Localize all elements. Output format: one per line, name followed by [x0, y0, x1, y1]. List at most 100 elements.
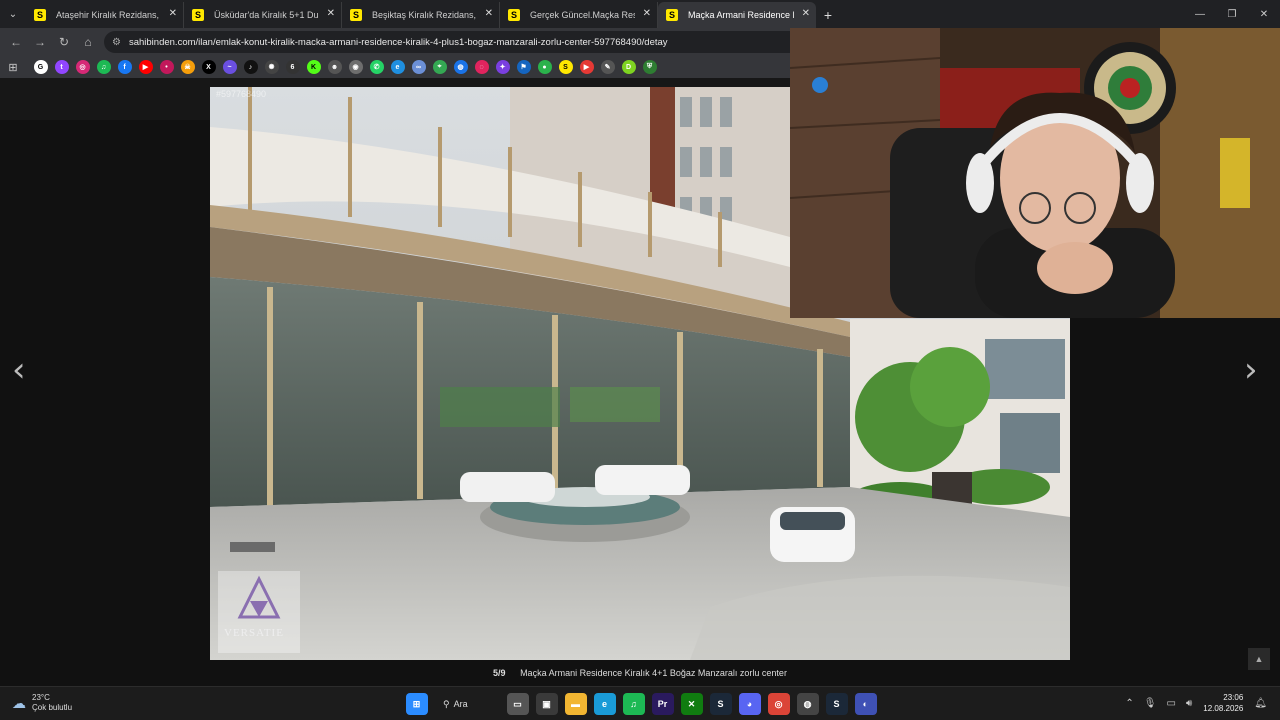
- xbox-taskbar-icon[interactable]: ✕: [680, 693, 703, 715]
- chevron-down-icon: ⌄: [8, 8, 18, 20]
- close-tab-icon[interactable]: ✕: [169, 8, 177, 19]
- new-tab-button[interactable]: +: [816, 2, 840, 28]
- x-bookmark-icon[interactable]: X: [201, 60, 216, 74]
- premiere-taskbar-icon[interactable]: Pr: [651, 693, 674, 715]
- back-button[interactable]: ←: [4, 30, 28, 54]
- chevron-right-icon: ›: [1244, 350, 1258, 390]
- chrome-taskbar-icon[interactable]: ◎: [767, 693, 790, 715]
- community-bookmark-icon[interactable]: ✦: [495, 60, 510, 74]
- volume-icon[interactable]: 🔊︎: [1186, 698, 1192, 709]
- tab-title: Gerçek Güncel.Maçka Residence: [530, 10, 635, 20]
- openai-bookmark-icon[interactable]: ✺: [264, 60, 279, 74]
- letter-six-bookmark-icon[interactable]: 6: [285, 60, 300, 74]
- google-bookmark-icon[interactable]: G: [33, 60, 48, 74]
- next-photo-button[interactable]: ›: [1244, 350, 1258, 390]
- browser-tab[interactable]: S Ataşehir Kiralık Rezidans, Villa, M ✕: [26, 2, 184, 28]
- site-info-icon[interactable]: ⚙: [112, 37, 121, 48]
- edge-like-bookmark-icon[interactable]: e: [390, 60, 405, 74]
- game-bookmark-bookmark-icon[interactable]: ☠: [180, 60, 195, 74]
- taskbar-search[interactable]: ⚲ Ara: [437, 693, 497, 715]
- chevron-left-icon: ‹: [12, 350, 26, 390]
- start-taskbar-icon[interactable]: ⊞: [405, 693, 428, 715]
- photo-counter: 5/9: [493, 668, 506, 678]
- weather-temperature: 23°C: [32, 693, 50, 702]
- spotify-taskbar-icon[interactable]: ♫: [622, 693, 645, 715]
- link-bookmark-icon[interactable]: ∞: [411, 60, 426, 74]
- reddit-like-bookmark-icon[interactable]: ☻: [327, 60, 342, 74]
- weather-description: Çok bulutlu: [32, 703, 73, 712]
- discord-taskbar-icon[interactable]: ◕: [738, 693, 761, 715]
- blue-globe-bookmark-icon[interactable]: ◍: [453, 60, 468, 74]
- maximize-icon[interactable]: ❐: [1216, 0, 1248, 28]
- clock-time: 23:06: [1223, 693, 1244, 702]
- tab-title: Üsküdar'da Kiralık 5+1 Dubleks: [214, 10, 319, 20]
- streamer-webcam-feed: [790, 28, 1280, 318]
- tab-title: Maçka Armani Residence Kiralık: [688, 10, 794, 20]
- close-tab-icon[interactable]: ✕: [327, 8, 335, 19]
- clock-date: 12.08.2026: [1203, 704, 1244, 713]
- facebook-bookmark-icon[interactable]: f: [117, 60, 132, 74]
- maps-bookmark-icon[interactable]: ⌖: [432, 60, 447, 74]
- d-bookmark-bookmark-icon[interactable]: D: [621, 60, 636, 74]
- steam-taskbar-icon[interactable]: S: [709, 693, 732, 715]
- twitch-bookmark-icon[interactable]: t: [54, 60, 69, 74]
- microphone-icon[interactable]: 🎙︎: [1144, 698, 1157, 709]
- photo-caption: Maçka Armani Residence Kiralık 4+1 Boğaz…: [520, 668, 787, 678]
- chevron-up-icon[interactable]: ⌃: [1125, 698, 1133, 709]
- pink-ring-bookmark-icon[interactable]: ◌: [474, 60, 489, 74]
- tab-search-button[interactable]: ⌄: [0, 0, 26, 28]
- apps-grid-icon[interactable]: ⊞: [6, 61, 20, 74]
- steam-2-taskbar-icon[interactable]: S: [825, 693, 848, 715]
- scroll-to-top-button[interactable]: ▲: [1248, 648, 1270, 670]
- red-play-bookmark-icon[interactable]: ▶: [579, 60, 594, 74]
- arrow-right-icon: →: [34, 35, 46, 49]
- browser-tab[interactable]: S Beşiktaş Kiralık Rezidans, Villa, M ✕: [342, 2, 500, 28]
- app-blue-taskbar-icon[interactable]: ◐: [854, 693, 877, 715]
- browser-tab[interactable]: S Üsküdar'da Kiralık 5+1 Dubleks ✕: [184, 2, 342, 28]
- spotify-bookmark-icon[interactable]: ♫: [96, 60, 111, 74]
- home-button[interactable]: ⌂: [76, 30, 100, 54]
- clock[interactable]: 23:06 12.08.2026: [1203, 692, 1243, 714]
- sahibinden-favicon-icon: S: [34, 9, 46, 21]
- sahibinden-favicon-icon: S: [508, 9, 520, 21]
- close-tab-icon[interactable]: ✕: [643, 8, 651, 19]
- reload-button[interactable]: ↻: [52, 30, 76, 54]
- obs-taskbar-icon[interactable]: ◍: [796, 693, 819, 715]
- photo-caption-bar: 5/9 Maçka Armani Residence Kiralık 4+1 B…: [0, 668, 1280, 678]
- instagram-bookmark-icon[interactable]: ◎: [75, 60, 90, 74]
- watermark-text: VERSATIE: [224, 627, 284, 639]
- tool-bookmark-icon[interactable]: ✎: [600, 60, 615, 74]
- weather-widget[interactable]: ☁ 23°C Çok bulutlu: [12, 693, 72, 713]
- youtube-bookmark-icon[interactable]: ▶: [138, 60, 153, 74]
- network-icon[interactable]: ▭: [1166, 698, 1175, 709]
- sahibinden-favicon-icon: S: [192, 9, 204, 21]
- green-circle-bookmark-icon[interactable]: ●: [537, 60, 552, 74]
- browser-tab[interactable]: S Gerçek Güncel.Maçka Residence ✕: [500, 2, 658, 28]
- globe-bookmark-icon[interactable]: ◉: [348, 60, 363, 74]
- minimize-icon[interactable]: —: [1184, 0, 1216, 28]
- kick-purple-bookmark-icon[interactable]: ~: [222, 60, 237, 74]
- search-label: Ara: [453, 699, 468, 709]
- tiktok-bookmark-icon[interactable]: ♪: [243, 60, 258, 74]
- whatsapp-bookmark-icon[interactable]: ✆: [369, 60, 384, 74]
- notification-bell-icon[interactable]: 🔔︎: [1254, 698, 1267, 709]
- close-tab-icon[interactable]: ✕: [485, 8, 493, 19]
- close-tab-icon[interactable]: ✕: [802, 8, 810, 19]
- task-view-taskbar-icon[interactable]: ▭: [506, 693, 529, 715]
- shield-bookmark-icon[interactable]: ⛨: [642, 60, 657, 74]
- sahibinden-bookmark-icon[interactable]: S: [558, 60, 573, 74]
- forward-button[interactable]: →: [28, 30, 52, 54]
- arrow-left-icon: ←: [10, 35, 22, 49]
- kick-bookmark-icon[interactable]: K: [306, 60, 321, 74]
- flag-bookmark-icon[interactable]: ⚑: [516, 60, 531, 74]
- browser-tab[interactable]: S Maçka Armani Residence Kiralık ✕: [658, 2, 816, 28]
- close-window-icon[interactable]: ✕: [1248, 0, 1280, 28]
- store-taskbar-icon[interactable]: ▣: [535, 693, 558, 715]
- red-bookmark-bookmark-icon[interactable]: •: [159, 60, 174, 74]
- edge-taskbar-icon[interactable]: e: [593, 693, 616, 715]
- home-icon: ⌂: [84, 35, 92, 49]
- triangle-up-icon: ▲: [1254, 654, 1264, 664]
- explorer-taskbar-icon[interactable]: ▬: [564, 693, 587, 715]
- previous-photo-button[interactable]: ‹: [12, 350, 26, 390]
- tab-title: Ataşehir Kiralık Rezidans, Villa, M: [56, 10, 161, 20]
